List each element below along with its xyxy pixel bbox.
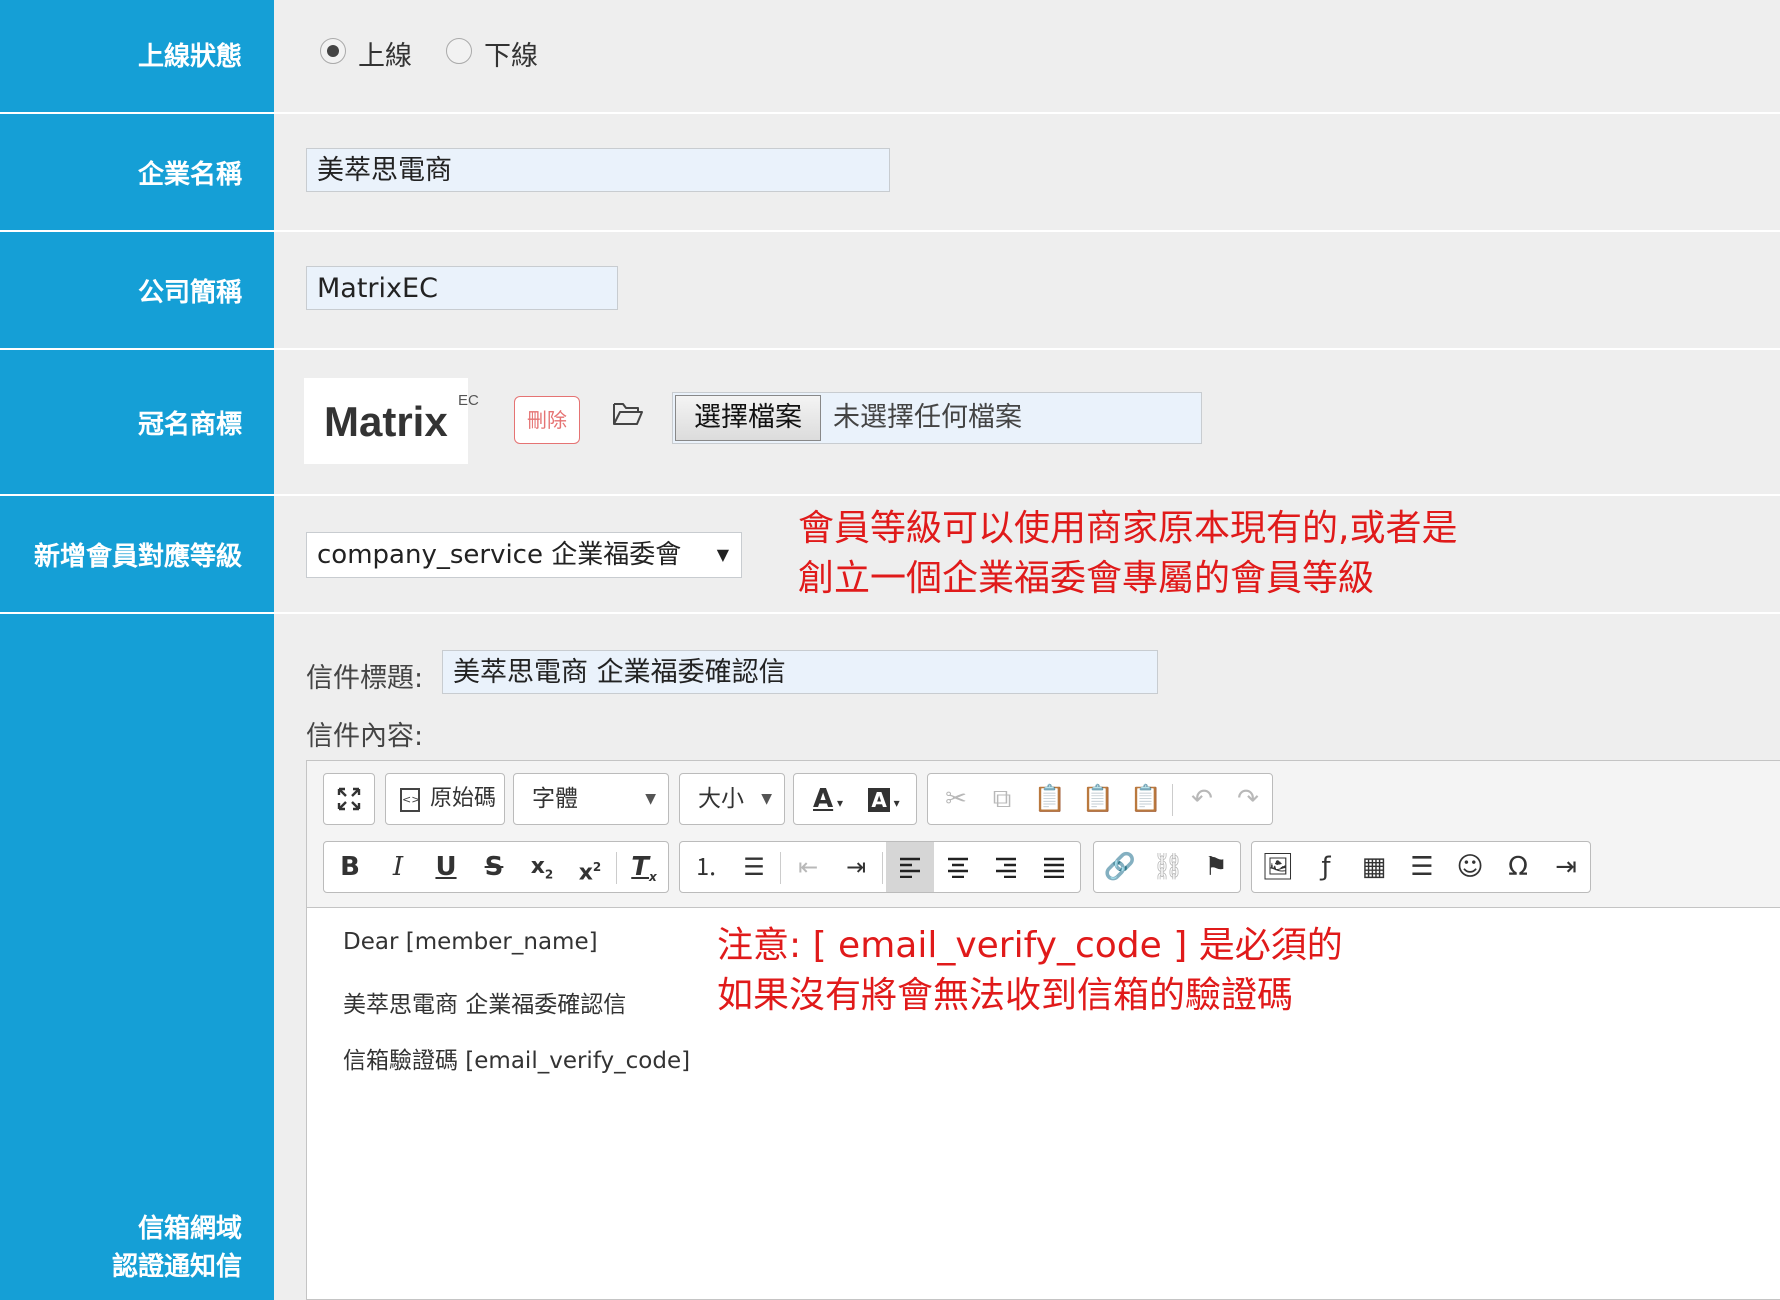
toolbar-group: <> 原始碼 <box>385 773 505 825</box>
email-row: 信箱網域 認證通知信 信件標題: 美萃思電商 企業福委確認信 信件內容: <> <box>0 614 1780 1300</box>
toolbar-group: A ▾ A ▾ <box>793 773 917 825</box>
email-label-line2: 認證通知信 <box>111 1252 242 1282</box>
table-icon[interactable]: ▦ <box>1350 842 1398 892</box>
member-level-row: 新增會員對應等級 company_service 企業福委會 ▼ 會員等級可以使… <box>0 496 1780 612</box>
toolbar-group <box>323 773 375 825</box>
bulleted-list-icon[interactable]: ☰ <box>730 842 778 892</box>
short-name-label: 公司簡稱 <box>137 278 242 308</box>
undo-icon[interactable]: ↶ <box>1178 774 1226 824</box>
outdent-icon[interactable]: ⇤ <box>784 842 832 892</box>
folder-open-icon[interactable] <box>612 400 644 428</box>
content-label: 信件內容: <box>306 721 424 752</box>
body-line: Dear [member_name] <box>343 929 598 955</box>
settings-form: 上線狀態 上線 下線 企業名稱 美萃思電商 公司簡稱 MatrixEC 冠名商標… <box>0 0 1780 1300</box>
font-select-label: 字體 <box>532 786 578 812</box>
chevron-down-icon: ▼ <box>645 791 656 807</box>
paste-icon[interactable]: 📋 <box>1026 774 1074 824</box>
align-left-icon[interactable] <box>886 842 934 892</box>
toolbar-group: B I U S x2 x2 Tx <box>323 841 669 893</box>
text-color-icon[interactable]: A ▾ <box>800 774 856 824</box>
paste-word-icon[interactable]: 📋 <box>1122 774 1170 824</box>
chevron-down-icon: ▼ <box>761 791 772 807</box>
align-center-icon[interactable] <box>934 842 982 892</box>
status-online-radio[interactable] <box>320 38 346 64</box>
align-right-icon[interactable] <box>982 842 1030 892</box>
delete-logo-button[interactable]: 刪除 <box>514 396 580 444</box>
toolbar-group: ⒈ ☰ ⇤ ⇥ <box>679 841 1081 893</box>
member-level-select[interactable]: company_service 企業福委會 ▼ <box>306 532 742 578</box>
member-level-value: company_service 企業福委會 <box>317 540 682 570</box>
page-break-icon[interactable]: ⇥ <box>1542 842 1590 892</box>
image-icon[interactable]: 🖼 <box>1254 842 1302 892</box>
paste-text-icon[interactable]: 📋 <box>1074 774 1122 824</box>
toolbar-group: ✂ ⧉ 📋 📋 📋 ↶ ↷ <box>927 773 1273 825</box>
strikethrough-icon[interactable]: S <box>470 842 518 892</box>
logo-row: 冠名商標 Matrix EC 刪除 選擇檔案 未選擇任何檔案 <box>0 350 1780 494</box>
status-offline-radio[interactable] <box>446 38 472 64</box>
align-justify-icon[interactable] <box>1030 842 1078 892</box>
editor-content[interactable]: Dear [member_name] 美萃思電商 企業福委確認信 信箱驗證碼 [… <box>343 929 690 1097</box>
body-line: 美萃思電商 企業福委確認信 <box>343 992 627 1018</box>
subject-input[interactable]: 美萃思電商 企業福委確認信 <box>442 650 1158 694</box>
company-name-label: 企業名稱 <box>137 160 242 190</box>
code-note-line1: 注意: [ email_verify_code ] 是必須的 <box>717 925 1343 966</box>
level-note-line1: 會員等級可以使用商家原本現有的,或者是 <box>798 508 1458 549</box>
company-name-row: 企業名稱 美萃思電商 <box>0 114 1780 230</box>
toolbar-group: 🔗 ⛓ ⚑ <box>1093 841 1241 893</box>
size-select[interactable]: 大小 ▼ <box>679 773 785 825</box>
numbered-list-icon[interactable]: ⒈ <box>682 842 730 892</box>
cut-icon[interactable]: ✂ <box>932 774 980 824</box>
company-name-input[interactable]: 美萃思電商 <box>306 148 890 192</box>
superscript-icon[interactable]: x2 <box>566 842 614 892</box>
special-char-icon[interactable]: Ω <box>1494 842 1542 892</box>
editor-toolbar: <> 原始碼 字體 ▼ 大小 ▼ A ▾ A ▾ ✂ ⧉ 📋 📋 📋 ↶ ↷ B… <box>307 761 1780 908</box>
status-offline-label[interactable]: 下線 <box>484 34 538 73</box>
source-button[interactable]: 原始碼 <box>430 774 496 824</box>
subject-label: 信件標題: <box>306 663 424 694</box>
status-label: 上線狀態 <box>137 42 242 72</box>
indent-icon[interactable]: ⇥ <box>832 842 880 892</box>
anchor-flag-icon[interactable]: ⚑ <box>1192 842 1240 892</box>
chevron-down-icon: ▼ <box>716 545 729 564</box>
logo-image: Matrix EC <box>304 378 479 464</box>
italic-icon[interactable]: I <box>374 842 422 892</box>
short-name-input[interactable]: MatrixEC <box>306 266 618 310</box>
logo-sup: EC <box>458 392 479 409</box>
remove-format-icon[interactable]: Tx <box>620 842 668 892</box>
font-select[interactable]: 字體 ▼ <box>513 773 669 825</box>
file-picker[interactable]: 選擇檔案 未選擇任何檔案 <box>672 392 1202 444</box>
maximize-icon[interactable] <box>325 774 373 824</box>
toolbar-group: 🖼 ƒ ▦ ☰ ☺ Ω ⇥ <box>1251 841 1591 893</box>
status-online-label[interactable]: 上線 <box>358 34 412 73</box>
logo-text: Matrix <box>324 398 448 445</box>
source-icon: <> <box>400 788 420 812</box>
smiley-icon[interactable]: ☺ <box>1446 842 1494 892</box>
horizontal-line-icon[interactable]: ☰ <box>1398 842 1446 892</box>
redo-icon[interactable]: ↷ <box>1224 774 1272 824</box>
body-line: 信箱驗證碼 [email_verify_code] <box>343 1048 691 1074</box>
link-icon[interactable]: 🔗 <box>1096 842 1144 892</box>
email-label-line1: 信箱網域 <box>137 1214 242 1244</box>
subscript-icon[interactable]: x2 <box>518 842 566 892</box>
member-level-label: 新增會員對應等級 <box>33 542 242 572</box>
choose-file-button[interactable]: 選擇檔案 <box>675 395 821 441</box>
status-row: 上線狀態 上線 下線 <box>0 0 1780 112</box>
size-select-label: 大小 <box>698 786 744 812</box>
logo-label: 冠名商標 <box>137 410 242 440</box>
unlink-icon[interactable]: ⛓ <box>1144 842 1192 892</box>
background-color-icon[interactable]: A ▾ <box>856 774 912 824</box>
level-note-line2: 創立一個企業福委會專屬的會員等級 <box>798 558 1375 599</box>
bold-icon[interactable]: B <box>326 842 374 892</box>
rich-text-editor: <> 原始碼 字體 ▼ 大小 ▼ A ▾ A ▾ ✂ ⧉ 📋 📋 📋 ↶ ↷ B… <box>306 760 1780 1300</box>
flash-icon[interactable]: ƒ <box>1302 842 1350 892</box>
code-note-line2: 如果沒有將會無法收到信箱的驗證碼 <box>717 975 1294 1016</box>
no-file-text: 未選擇任何檔案 <box>833 402 1022 433</box>
copy-icon[interactable]: ⧉ <box>978 774 1026 824</box>
short-name-row: 公司簡稱 MatrixEC <box>0 232 1780 348</box>
underline-icon[interactable]: U <box>422 842 470 892</box>
